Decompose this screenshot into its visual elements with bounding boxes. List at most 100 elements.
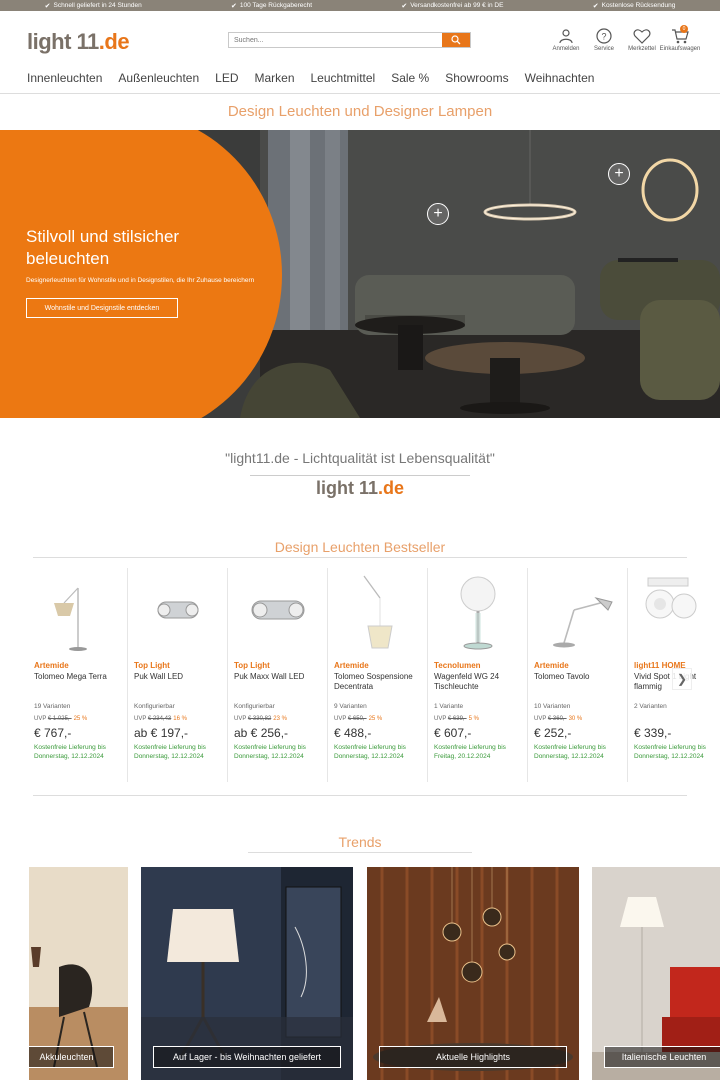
trend-tile[interactable]: Aktuelle Highlights (367, 867, 579, 1080)
uvp-price: € 360,- (547, 716, 567, 722)
search-bar (228, 32, 471, 48)
product-brand: Top Light (234, 661, 270, 670)
uvp-prefix: UVP (334, 716, 347, 722)
section-divider (248, 852, 472, 853)
uvp-prefix: UVP (534, 716, 547, 722)
discount: 25 % (368, 716, 383, 722)
hotspot-plus-icon[interactable]: + (608, 163, 630, 185)
discount: 23 % (273, 716, 287, 722)
product-uvp: UVP € 330,82 23 % (234, 716, 287, 722)
discount: 5 % (468, 716, 479, 722)
product-brand: Artemide (334, 661, 369, 670)
trend-tile[interactable]: Auf Lager - bis Weihnachten geliefert (141, 867, 353, 1080)
product-variants: 10 Varianten (534, 703, 571, 710)
site-logo[interactable]: light 11.de (27, 29, 130, 55)
product-variants: Konfigurierbar (134, 703, 175, 710)
bestseller-heading: Design Leuchten Bestseller (274, 539, 446, 555)
product-image (134, 568, 221, 660)
page-title: Design Leuchten und Designer Lampen (227, 103, 493, 120)
product-name: Tolomeo Mega Terra (34, 672, 107, 681)
logo-accent: .de (378, 478, 405, 498)
usp-text: 100 Tage Rückgaberecht (239, 2, 313, 9)
help-icon: ? (596, 28, 612, 44)
nav-item-innenleuchten[interactable]: Innenleuchten (27, 71, 102, 85)
service-label: Service (593, 46, 614, 52)
usp-item: ✔ Kostenlose Rücksendung (593, 2, 676, 10)
product-image (634, 568, 720, 660)
hero-cta-button[interactable]: Wohnstile und Designstile entdecken (26, 298, 178, 318)
product-price: € 252,- (534, 726, 572, 740)
nav-item-aussenleuchten[interactable]: Außenleuchten (118, 71, 199, 85)
nav-item-sale[interactable]: Sale % (391, 71, 429, 85)
search-input[interactable] (229, 33, 442, 47)
product-uvp: UVP € 639,- 5 % (434, 716, 479, 722)
product-variants: Konfigurierbar (234, 703, 275, 710)
check-icon: ✔ (592, 2, 599, 10)
usp-item: ✔ 100 Tage Rückgaberecht (231, 2, 312, 10)
product-image (34, 568, 121, 660)
nav-item-leuchtmittel[interactable]: Leuchtmittel (311, 71, 376, 85)
delivery-info: Kostenfreie Lieferung bis Freitag, 20.12… (434, 744, 506, 760)
hotspot-plus-icon[interactable]: + (427, 203, 449, 225)
product-uvp: UVP € 650,- 25 % (334, 716, 382, 722)
check-icon: ✔ (44, 2, 51, 10)
product-uvp: UVP € 360,- 30 % (534, 716, 582, 722)
product-card[interactable]: Top Light Puk Maxx Wall LED Konfigurierb… (228, 568, 328, 782)
login-button[interactable]: Anmelden (552, 28, 580, 52)
hero-banner[interactable]: Stilvoll und stilsicher beleuchten Desig… (0, 130, 720, 418)
search-button[interactable] (442, 33, 470, 47)
product-name: Wagenfeld WG 24 Tischleuchte (434, 672, 500, 691)
hero-title: Stilvoll und stilsicher beleuchten (26, 227, 180, 268)
check-icon: ✔ (231, 2, 237, 10)
product-uvp: UVP € 234,43 16 % (134, 716, 187, 722)
nav-item-led[interactable]: LED (215, 71, 238, 85)
product-card[interactable]: Top Light Puk Wall LED Konfigurierbar UV… (128, 568, 228, 782)
product-card[interactable]: Artemide Tolomeo Tavolo 10 Varianten UVP… (528, 568, 628, 782)
hero-subtitle: Designerleuchten für Wohnstile und in De… (26, 277, 255, 284)
usp-text: Versandkostenfrei ab 99 € in DE (410, 2, 504, 9)
check-icon: ✔ (401, 2, 408, 10)
cart-button[interactable]: 0 Einkaufswagen (660, 25, 700, 52)
trend-label: Auf Lager - bis Weihnachten geliefert (153, 1046, 341, 1068)
wall-lamp-icon (251, 600, 305, 620)
product-image (234, 568, 321, 660)
nav-item-showrooms[interactable]: Showrooms (445, 71, 508, 85)
product-card[interactable]: Artemide Tolomeo Mega Terra 19 Varianten… (28, 568, 128, 782)
uvp-prefix: UVP (234, 716, 247, 722)
discount: 30 % (568, 716, 583, 722)
trends-heading: Trends (338, 834, 382, 850)
nav-item-marken[interactable]: Marken (254, 71, 294, 85)
nav-item-weihnachten[interactable]: Weihnachten (525, 71, 595, 85)
product-price: € 488,- (334, 726, 372, 740)
usp-item: ✔ Schnell geliefert in 24 Stunden (45, 2, 142, 10)
search-icon (451, 35, 461, 45)
desk-lamp-icon (553, 597, 613, 648)
product-variants: 19 Varianten (34, 703, 71, 710)
carousel-next-button[interactable]: ❯ (672, 668, 692, 690)
product-name: Tolomeo Sospensione Decentrata (334, 672, 413, 691)
product-price: € 339,- (634, 726, 672, 740)
logo-text: light 11 (315, 478, 378, 498)
product-image (534, 568, 621, 660)
product-card[interactable]: Tecnolumen Wagenfeld WG 24 Tischleuchte … (428, 568, 528, 782)
logo-accent: .de (98, 29, 130, 54)
product-price: ab € 256,- (234, 726, 289, 740)
trend-tile[interactable]: Akkuleuchten (29, 867, 128, 1080)
product-variants: 2 Varianten (634, 703, 667, 710)
discount: 25 % (73, 716, 88, 722)
table-lamp-icon (460, 576, 496, 650)
wishlist-button[interactable]: Merkzettel (628, 28, 656, 52)
user-icon (559, 29, 573, 44)
brand-quote: "light11.de - Lichtqualität ist Lebensqu… (225, 450, 495, 466)
product-card[interactable]: Artemide Tolomeo Sospensione Decentrata … (328, 568, 428, 782)
uvp-price: € 650,- (347, 716, 367, 722)
service-button[interactable]: ? Service (590, 28, 618, 52)
delivery-info: Kostenfreie Lieferung bis Donnerstag, 12… (534, 744, 606, 760)
product-brand: Top Light (134, 661, 170, 670)
trend-tile[interactable]: Italienische Leuchten (592, 867, 720, 1080)
quote-divider (250, 475, 470, 476)
uvp-prefix: UVP (134, 716, 147, 722)
uvp-prefix: UVP (34, 716, 47, 722)
quote-logo: light 11.de (0, 478, 720, 499)
cart-label: Einkaufswagen (659, 46, 701, 52)
